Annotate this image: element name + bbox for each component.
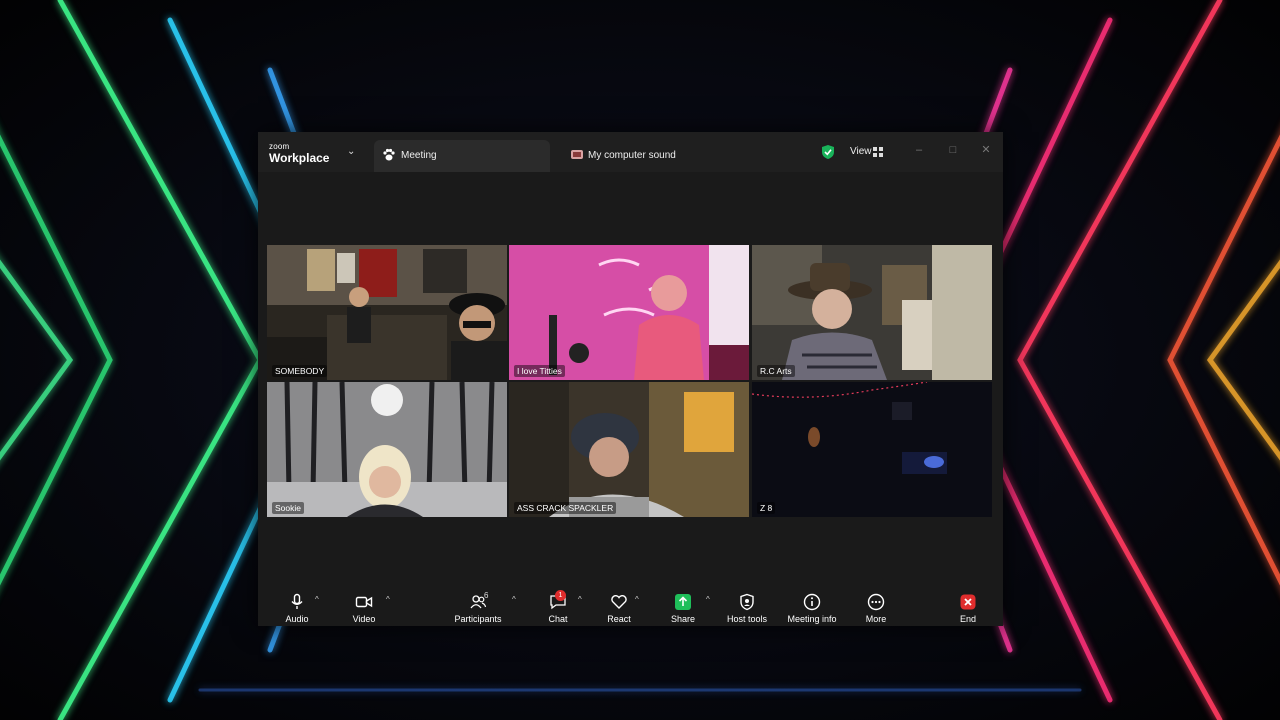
more-icon	[867, 593, 885, 611]
react-button[interactable]: React	[605, 593, 633, 625]
participants-label: Participants	[454, 614, 502, 624]
view-label: View	[850, 146, 872, 157]
video-feed	[267, 382, 507, 517]
minimize-icon[interactable]: –	[913, 144, 925, 156]
host-tools-label: Host tools	[726, 614, 768, 624]
close-icon[interactable]: ✕	[980, 144, 992, 156]
more-button[interactable]: More	[862, 593, 890, 625]
tab-meeting[interactable]: Meeting	[374, 140, 550, 172]
share-button[interactable]: Share	[669, 593, 697, 625]
participants-count: 6	[484, 591, 489, 600]
brand-title: Workplace	[269, 151, 330, 165]
participant-name: I love Titties	[514, 365, 565, 377]
video-options-caret-icon[interactable]: ^	[386, 595, 390, 604]
meeting-controls: Audio ^ Video ^ 6 Participants ^ 1 Chat …	[258, 584, 1003, 626]
video-tile[interactable]: ASS CRACK SPACKLER	[509, 382, 749, 517]
react-label: React	[607, 614, 631, 624]
end-button[interactable]: End	[955, 593, 981, 625]
chat-options-caret-icon[interactable]: ^	[578, 595, 582, 604]
participant-name: ASS CRACK SPACKLER	[514, 502, 617, 514]
screen-share-icon	[571, 150, 583, 159]
video-tile-active-speaker[interactable]: Z 8	[752, 382, 992, 517]
video-label: Video	[352, 614, 376, 624]
grid-icon	[873, 147, 883, 157]
video-feed	[267, 245, 507, 380]
info-icon	[803, 593, 821, 611]
more-label: More	[865, 614, 887, 624]
share-options-caret-icon[interactable]: ^	[706, 595, 710, 604]
participants-options-caret-icon[interactable]: ^	[512, 595, 516, 604]
participants-button[interactable]: 6 Participants	[451, 591, 505, 625]
shield-icon	[740, 593, 754, 611]
video-tile[interactable]: R.C Arts	[752, 245, 992, 380]
chat-button[interactable]: 1 Chat	[545, 590, 571, 625]
share-label: Share	[670, 614, 696, 624]
tab-computer-sound[interactable]: My computer sound	[560, 140, 770, 172]
security-shield-icon[interactable]	[821, 144, 835, 160]
title-bar: zoom Workplace ⌄ Meeting My computer sou…	[258, 132, 1003, 172]
chat-label: Chat	[548, 614, 568, 624]
video-feed	[752, 245, 992, 380]
end-call-icon	[960, 594, 976, 610]
react-options-caret-icon[interactable]: ^	[635, 595, 639, 604]
zoom-meeting-window: zoom Workplace ⌄ Meeting My computer sou…	[258, 132, 1003, 626]
video-feed	[509, 245, 749, 380]
audio-button[interactable]: Audio	[280, 593, 314, 625]
video-tile[interactable]: SOMEBODY	[267, 245, 507, 380]
meeting-info-label: Meeting info	[787, 614, 837, 624]
view-button[interactable]: View	[846, 144, 888, 160]
participant-name: SOMEBODY	[272, 365, 328, 377]
video-feed	[752, 382, 992, 517]
tab-label: Meeting	[401, 150, 437, 161]
meeting-info-button[interactable]: Meeting info	[785, 593, 839, 625]
video-feed	[509, 382, 749, 517]
video-tile[interactable]: Sookie	[267, 382, 507, 517]
paw-icon	[383, 148, 395, 161]
participant-name: R.C Arts	[757, 365, 795, 377]
participant-name: Sookie	[272, 502, 304, 514]
brand-small: zoom	[269, 142, 290, 151]
tab-label: My computer sound	[588, 150, 676, 161]
video-gallery: SOMEBODY I love Titties R.C Arts Sookie …	[258, 172, 1003, 584]
chevron-down-icon[interactable]: ⌄	[347, 146, 355, 157]
video-button[interactable]: Video	[347, 593, 381, 625]
end-label: End	[959, 614, 976, 624]
share-screen-icon	[675, 594, 691, 610]
chat-unread-badge: 1	[555, 590, 566, 601]
host-tools-button[interactable]: Host tools	[724, 593, 770, 625]
microphone-icon	[291, 593, 303, 609]
video-tile[interactable]: I love Titties	[509, 245, 749, 380]
maximize-icon[interactable]: □	[947, 144, 959, 156]
participant-name: Z 8	[757, 502, 776, 514]
audio-options-caret-icon[interactable]: ^	[315, 595, 319, 604]
heart-icon	[611, 595, 627, 609]
camera-icon	[355, 596, 373, 608]
audio-label: Audio	[285, 614, 309, 624]
zoom-workplace-logo[interactable]: zoom Workplace	[269, 142, 330, 165]
